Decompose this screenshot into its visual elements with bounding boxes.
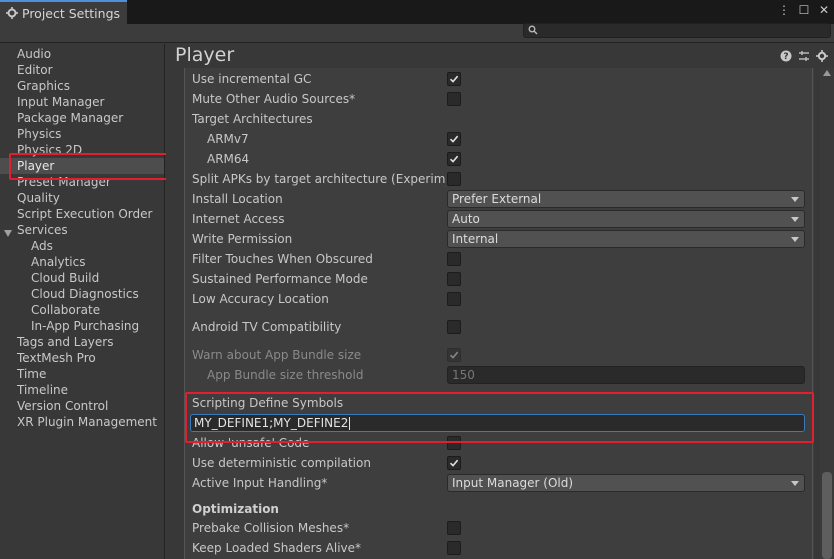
- sustained-performance-label: Sustained Performance Mode: [192, 272, 368, 286]
- page-title: Player: [175, 44, 235, 66]
- gear-icon: [6, 7, 18, 19]
- scrollbar-thumb[interactable]: [822, 472, 832, 559]
- use-incremental-gc-label: Use incremental GC: [192, 72, 312, 86]
- low-accuracy-location-checkbox[interactable]: [447, 292, 461, 306]
- internet-access-dropdown[interactable]: Auto: [447, 210, 805, 228]
- sidebar-item-physics-2d[interactable]: Physics 2D: [17, 142, 82, 158]
- chevron-down-icon: [791, 481, 799, 486]
- services-fold-icon[interactable]: [4, 230, 12, 237]
- deterministic-checkbox[interactable]: [447, 456, 461, 470]
- window-title: Project Settings: [22, 5, 121, 21]
- chevron-down-icon: [791, 217, 799, 222]
- panel-border: [184, 68, 185, 559]
- active-input-label: Active Input Handling*: [192, 476, 328, 490]
- sidebar-item-quality[interactable]: Quality: [17, 190, 60, 206]
- mute-other-audio-checkbox[interactable]: [447, 92, 461, 106]
- install-location-value: Prefer External: [452, 192, 542, 206]
- chevron-down-icon: [791, 237, 799, 242]
- prebake-collision-label: Prebake Collision Meshes*: [192, 521, 350, 535]
- header-icons: ?: [780, 50, 828, 62]
- sidebar-item-textmesh-pro[interactable]: TextMesh Pro: [17, 350, 96, 366]
- arm64-checkbox[interactable]: [447, 152, 461, 166]
- split-apks-checkbox[interactable]: [447, 172, 461, 186]
- text-cursor: [349, 417, 351, 430]
- warn-bundle-size-checkbox: [447, 348, 461, 362]
- sidebar-item-physics[interactable]: Physics: [17, 126, 61, 142]
- close-icon[interactable]: ✕: [818, 3, 830, 17]
- sidebar-item-player[interactable]: Player: [0, 158, 164, 174]
- sidebar-item-ads[interactable]: Ads: [31, 238, 53, 254]
- sidebar-item-time[interactable]: Time: [17, 366, 46, 382]
- use-incremental-gc-checkbox[interactable]: [447, 72, 461, 86]
- prebake-collision-checkbox[interactable]: [447, 521, 461, 535]
- internet-access-value: Auto: [452, 212, 480, 226]
- write-permission-value: Internal: [452, 232, 499, 246]
- search-input[interactable]: [540, 24, 828, 37]
- sidebar-item-editor[interactable]: Editor: [17, 62, 53, 78]
- chevron-down-icon: [791, 197, 799, 202]
- deterministic-label: Use deterministic compilation: [192, 456, 371, 470]
- search-box[interactable]: [523, 23, 831, 38]
- android-tv-label: Android TV Compatibility: [192, 320, 342, 334]
- sidebar-item-in-app-purchasing[interactable]: In-App Purchasing: [31, 318, 139, 334]
- sidebar-item-services[interactable]: Services: [17, 222, 68, 238]
- scripting-define-label: Scripting Define Symbols: [192, 396, 344, 410]
- sidebar-item-preset-manager[interactable]: Preset Manager: [17, 174, 111, 190]
- window-tab[interactable]: Project Settings: [0, 0, 127, 24]
- scripting-define-symbols-input[interactable]: MY_DEFINE1;MY_DEFINE2: [190, 414, 805, 432]
- keep-shaders-checkbox[interactable]: [447, 541, 461, 555]
- help-icon[interactable]: ?: [780, 50, 792, 62]
- sidebar-item-cloud-build[interactable]: Cloud Build: [31, 270, 99, 286]
- presets-icon[interactable]: [798, 50, 810, 62]
- sidebar-item-script-execution-order[interactable]: Script Execution Order: [17, 206, 152, 222]
- sidebar-item-analytics[interactable]: Analytics: [31, 254, 86, 270]
- sidebar-item-audio[interactable]: Audio: [17, 46, 51, 62]
- sustained-performance-checkbox[interactable]: [447, 272, 461, 286]
- active-input-dropdown[interactable]: Input Manager (Old): [447, 474, 805, 492]
- allow-unsafe-label: Allow 'unsafe' Code: [192, 436, 310, 450]
- low-accuracy-location-label: Low Accuracy Location: [192, 292, 329, 306]
- sidebar-item-collaborate[interactable]: Collaborate: [31, 302, 100, 318]
- internet-access-label: Internet Access: [192, 212, 285, 226]
- scroll-up-icon[interactable]: [823, 70, 831, 76]
- install-location-dropdown[interactable]: Prefer External: [447, 190, 805, 208]
- bundle-threshold-label: App Bundle size threshold: [207, 368, 364, 382]
- filter-touches-label: Filter Touches When Obscured: [192, 252, 373, 266]
- write-permission-dropdown[interactable]: Internal: [447, 230, 805, 248]
- keep-shaders-label: Keep Loaded Shaders Alive*: [192, 541, 362, 555]
- optimization-label: Optimization: [192, 502, 279, 516]
- sidebar-item-timeline[interactable]: Timeline: [17, 382, 68, 398]
- sidebar-item-cloud-diagnostics[interactable]: Cloud Diagnostics: [31, 286, 139, 302]
- android-tv-checkbox[interactable]: [447, 320, 461, 334]
- panel-border: [812, 68, 813, 559]
- install-location-label: Install Location: [192, 192, 283, 206]
- warn-bundle-size-label: Warn about App Bundle size: [192, 348, 362, 362]
- sidebar-item-input-manager[interactable]: Input Manager: [17, 94, 105, 110]
- more-icon[interactable]: ⋮: [778, 3, 790, 17]
- scripting-define-symbols-value: MY_DEFINE1;MY_DEFINE2: [194, 416, 349, 430]
- split-apks-label: Split APKs by target architecture (Exper…: [192, 172, 445, 186]
- mute-other-audio-label: Mute Other Audio Sources*: [192, 92, 356, 106]
- write-permission-label: Write Permission: [192, 232, 293, 246]
- arm64-label: ARM64: [207, 152, 250, 166]
- allow-unsafe-checkbox[interactable]: [447, 436, 461, 450]
- armv7-checkbox[interactable]: [447, 132, 461, 146]
- maximize-icon[interactable]: ☐: [798, 3, 810, 17]
- sidebar-item-version-control[interactable]: Version Control: [17, 398, 108, 414]
- filter-touches-checkbox[interactable]: [447, 252, 461, 266]
- sidebar-item-xr-plugin-management[interactable]: XR Plugin Management: [17, 414, 157, 430]
- active-input-value: Input Manager (Old): [452, 476, 574, 490]
- sidebar-item-package-manager[interactable]: Package Manager: [17, 110, 123, 126]
- target-architectures-label: Target Architectures: [192, 112, 313, 126]
- settings-icon[interactable]: [816, 50, 828, 62]
- sidebar-item-tags-and-layers[interactable]: Tags and Layers: [17, 334, 113, 350]
- window-controls: ⋮ ☐ ✕: [778, 3, 830, 17]
- search-icon: [528, 25, 538, 35]
- sidebar-item-graphics[interactable]: Graphics: [17, 78, 70, 94]
- title-bar: Project Settings ⋮ ☐ ✕: [0, 0, 834, 24]
- armv7-label: ARMv7: [207, 132, 249, 146]
- bundle-threshold-input: 150: [447, 366, 805, 384]
- svg-text:?: ?: [783, 52, 788, 62]
